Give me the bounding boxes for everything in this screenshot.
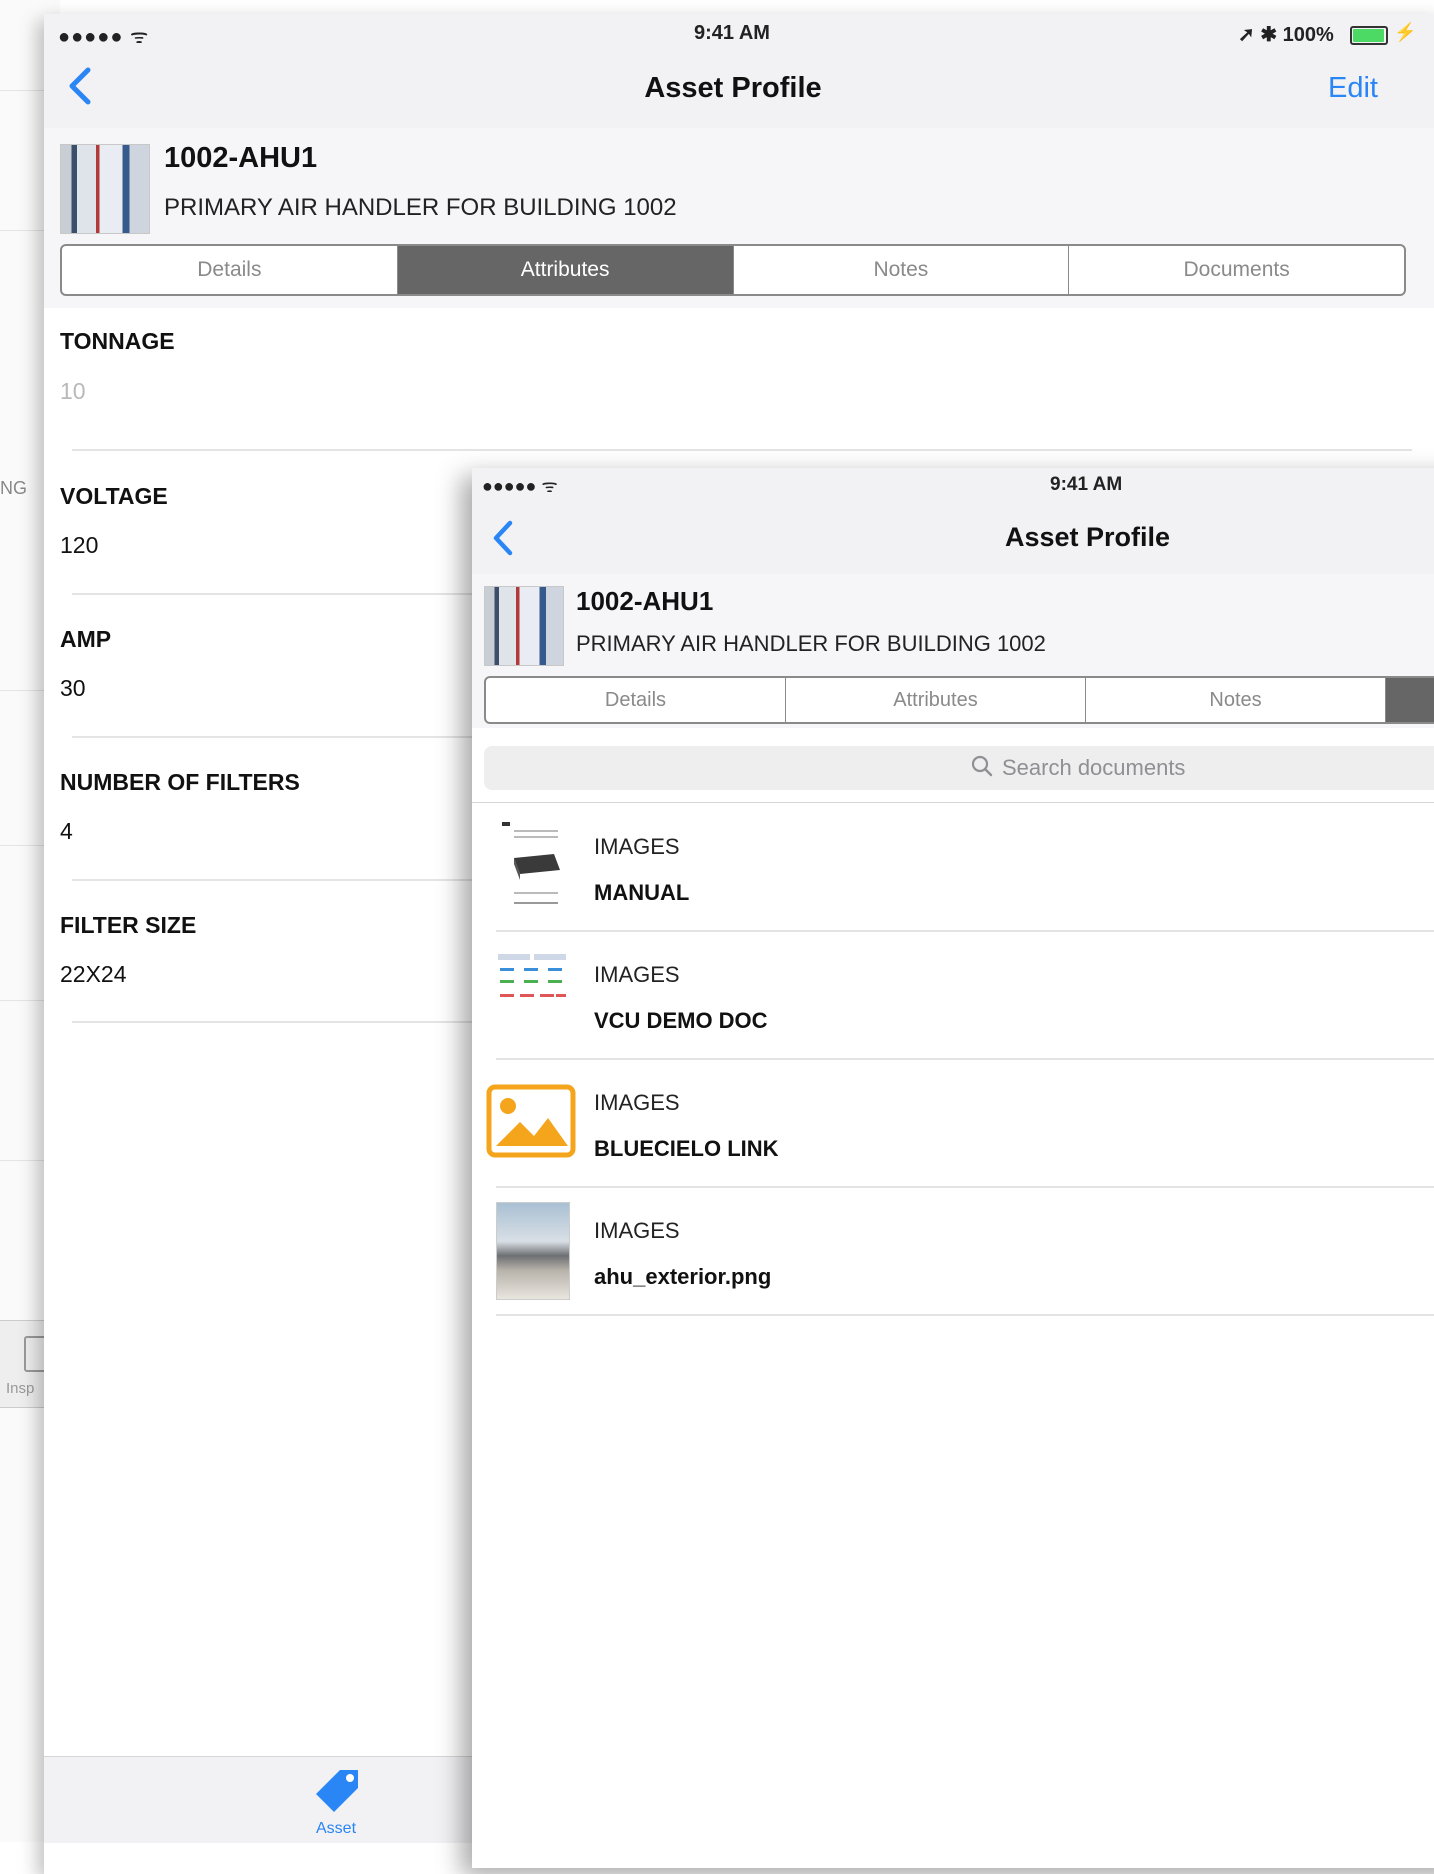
asset-id: 1002-AHU1	[164, 142, 318, 174]
attribute-label: VOLTAGE	[60, 483, 168, 509]
signal-indicator: ●●●●● ᯤ	[58, 26, 150, 48]
attribute-label: AMP	[60, 626, 112, 652]
attribute-value: 30	[60, 675, 86, 701]
image-placeholder-icon[interactable]	[486, 1084, 576, 1158]
asset-thumbnail	[484, 586, 564, 666]
tab-notes[interactable]: Notes	[734, 246, 1070, 294]
search-input[interactable]	[1000, 747, 1304, 789]
navigation-bar	[472, 468, 1434, 575]
document-name[interactable]: MANUAL	[594, 880, 689, 906]
status-time: 9:41 AM	[1050, 474, 1123, 495]
asset-description: PRIMARY AIR HANDLER FOR BUILDING 1002	[576, 631, 1046, 656]
asset-id: 1002-AHU1	[576, 586, 714, 616]
background-text-fragment: NG	[0, 478, 27, 498]
segmented-control: Details Attributes Notes	[484, 676, 1434, 724]
document-divider	[496, 1314, 1434, 1316]
document-name[interactable]: ahu_exterior.png	[594, 1264, 771, 1290]
asset-description: PRIMARY AIR HANDLER FOR BUILDING 1002	[164, 194, 677, 221]
signal-indicator: ●●●●● ᯤ	[482, 476, 558, 496]
tab-attributes[interactable]: Attributes	[397, 246, 734, 294]
status-time: 9:41 AM	[694, 22, 770, 44]
status-indicators: ➚ ✱ 100%	[1238, 24, 1334, 46]
document-divider	[496, 930, 1434, 932]
asset-thumbnail	[60, 144, 150, 234]
segmented-control: Details Attributes Notes Documents	[60, 244, 1406, 296]
attribute-value: 22X24	[60, 961, 127, 987]
document-divider	[496, 1058, 1434, 1060]
attribute-divider	[72, 449, 1412, 451]
vcu-document-thumbnail[interactable]	[496, 950, 568, 1026]
document-name[interactable]: VCU DEMO DOC	[594, 1008, 768, 1034]
tab-details[interactable]: Details	[486, 678, 786, 722]
back-chevron-icon[interactable]	[488, 518, 518, 558]
battery-level	[1353, 29, 1384, 42]
document-category: IMAGES	[594, 1090, 680, 1115]
page-title: Asset Profile	[1005, 522, 1171, 552]
document-category: IMAGES	[594, 962, 680, 987]
document-name[interactable]: BLUECIELO LINK	[594, 1136, 779, 1162]
attribute-label: NUMBER OF FILTERS	[60, 769, 300, 795]
document-category: IMAGES	[594, 1218, 680, 1243]
page-title: Asset Profile	[644, 72, 822, 104]
ahu-exterior-photo-thumbnail[interactable]	[496, 1202, 570, 1300]
tab-documents[interactable]: Documents	[1069, 246, 1404, 294]
attribute-label: TONNAGE	[60, 328, 175, 354]
search-icon	[971, 755, 993, 777]
edit-button[interactable]: Edit	[1328, 72, 1378, 105]
tab-asset-label[interactable]: Asset	[316, 1820, 356, 1838]
attribute-value: 10	[60, 378, 86, 404]
attribute-value: 120	[60, 532, 99, 558]
document-divider	[496, 1186, 1434, 1188]
tab-bar	[44, 1756, 474, 1843]
document-category: IMAGES	[594, 834, 680, 859]
attribute-value: 4	[60, 818, 73, 844]
charging-icon: ⚡	[1394, 22, 1417, 42]
asset-tag-icon[interactable]	[310, 1762, 366, 1818]
tab-documents[interactable]	[1386, 678, 1434, 722]
attribute-label: FILTER SIZE	[60, 912, 197, 938]
tab-attributes[interactable]: Attributes	[786, 678, 1086, 722]
tab-details[interactable]: Details	[62, 246, 398, 294]
inspection-tab-label: Insp	[6, 1380, 35, 1397]
manual-document-thumbnail[interactable]	[496, 818, 566, 910]
tab-notes[interactable]: Notes	[1086, 678, 1386, 722]
